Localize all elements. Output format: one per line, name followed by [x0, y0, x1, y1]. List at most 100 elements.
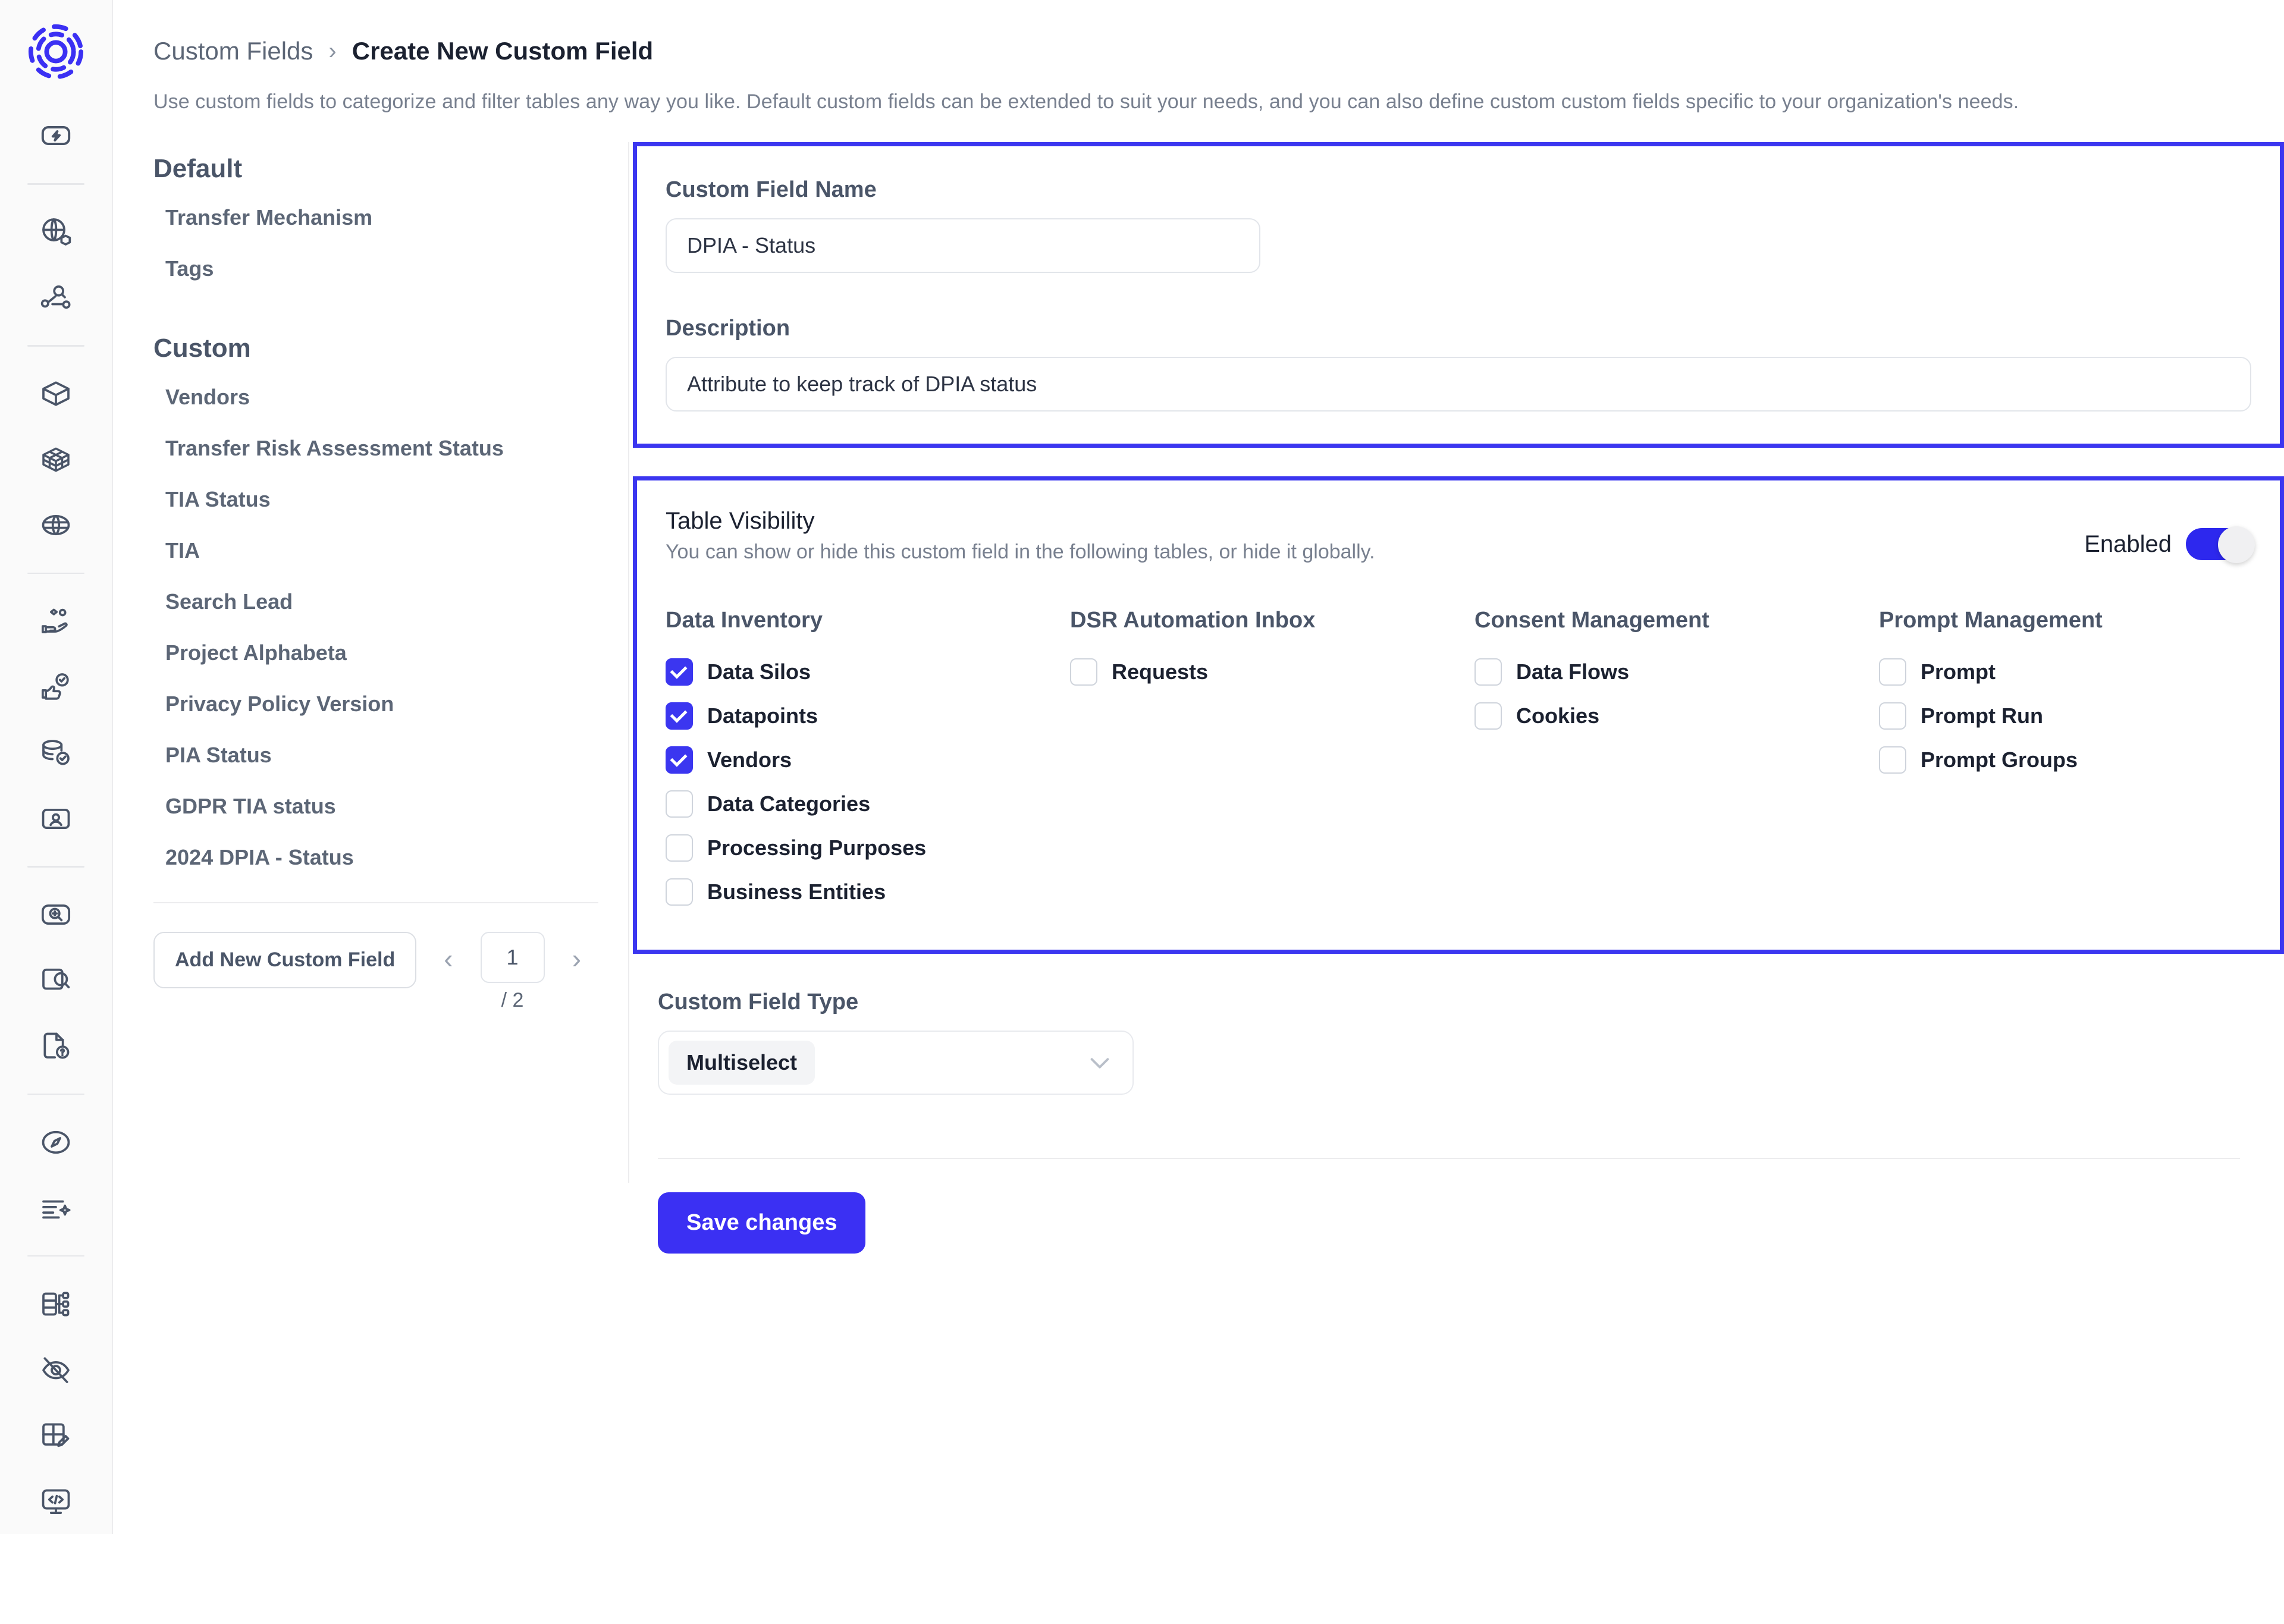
list-item[interactable]: TIA: [153, 525, 598, 576]
checkbox-label: Prompt: [1921, 659, 1996, 684]
lightning-badge-icon[interactable]: [28, 109, 84, 162]
globe-box-icon[interactable]: [28, 206, 84, 259]
thumbs-up-check-icon[interactable]: [28, 661, 84, 714]
page-description: Use custom fields to categorize and filt…: [153, 90, 2019, 113]
checkbox-row[interactable]: Cookies: [1474, 694, 1879, 738]
database-check-icon[interactable]: [28, 727, 84, 780]
list-item[interactable]: Transfer Mechanism: [153, 192, 598, 243]
list-item[interactable]: 2024 DPIA - Status: [153, 832, 598, 883]
list-item[interactable]: TIA Status: [153, 474, 598, 525]
column-title: DSR Automation Inbox: [1070, 608, 1316, 633]
checkbox-row[interactable]: Requests: [1070, 650, 1474, 694]
checkbox-row[interactable]: Business Entities: [666, 870, 1070, 914]
checkbox-label: Datapoints: [707, 703, 818, 728]
checkbox-row[interactable]: Vendors: [666, 738, 1070, 782]
list-item[interactable]: Privacy Policy Version: [153, 679, 598, 730]
prev-page-icon[interactable]: ‹: [434, 932, 462, 985]
checkbox-data-flows[interactable]: [1474, 658, 1502, 686]
checkbox-label: Vendors: [707, 747, 792, 772]
checkbox-row[interactable]: Datapoints: [666, 694, 1070, 738]
hand-coins-icon[interactable]: [28, 595, 84, 648]
pagination: 1 / 2: [480, 932, 545, 1012]
table-visibility-heading-group: Table Visibility You can show or hide th…: [666, 508, 1375, 564]
list-item[interactable]: Tags: [153, 243, 598, 294]
checkbox-cookies[interactable]: [1474, 702, 1502, 730]
rail-divider: [27, 183, 84, 185]
checkbox-label: Business Entities: [707, 879, 886, 904]
section-divider: [658, 1158, 2240, 1159]
checkbox-row[interactable]: Prompt Groups: [1879, 738, 2251, 782]
checkbox-processing-purposes[interactable]: [666, 834, 693, 862]
box-icon[interactable]: [28, 367, 84, 420]
table-visibility-title: Table Visibility: [666, 508, 815, 534]
list-item[interactable]: Transfer Risk Assessment Status: [153, 423, 598, 474]
list-item[interactable]: Search Lead: [153, 576, 598, 627]
list-item[interactable]: GDPR TIA status: [153, 781, 598, 832]
eye-off-icon[interactable]: [28, 1343, 84, 1396]
left-icon-rail: [0, 0, 113, 1534]
crate-grid-icon[interactable]: [28, 433, 84, 486]
concentric-rings-logo[interactable]: [20, 18, 92, 85]
window-search-icon[interactable]: [28, 954, 84, 1007]
rail-divider: [27, 344, 84, 347]
checkbox-vendors[interactable]: [666, 746, 693, 774]
rail-divider: [27, 572, 84, 574]
checkbox-business-entities[interactable]: [666, 878, 693, 906]
chevron-down-icon[interactable]: [1086, 1049, 1113, 1076]
checkbox-datapoints[interactable]: [666, 702, 693, 730]
checkbox-row[interactable]: Prompt: [1879, 650, 2251, 694]
table-visibility-subtitle: You can show or hide this custom field i…: [666, 541, 1375, 563]
data-lineage-search-icon[interactable]: [28, 271, 84, 324]
list-item[interactable]: Project Alphabeta: [153, 627, 598, 679]
custom-group-title: Custom: [153, 334, 251, 363]
breadcrumb: Custom Fields › Create New Custom Field: [113, 0, 2284, 65]
scan-zoom-icon[interactable]: [28, 888, 84, 941]
compass-icon[interactable]: [28, 1116, 84, 1168]
description-input[interactable]: Attribute to keep track of DPIA status: [666, 357, 2251, 412]
checkbox-row[interactable]: Data Silos: [666, 650, 1070, 694]
list-item[interactable]: PIA Status: [153, 730, 598, 781]
visibility-column-consent-management: Consent Management Data Flows Cookies: [1474, 608, 1879, 914]
checkbox-prompt[interactable]: [1879, 658, 1906, 686]
custom-field-type-select[interactable]: Multiselect: [658, 1031, 1134, 1095]
document-question-icon[interactable]: [28, 1020, 84, 1073]
add-new-custom-field-button[interactable]: Add New Custom Field: [153, 932, 417, 988]
next-page-icon[interactable]: ›: [563, 932, 591, 985]
list-item[interactable]: Vendors: [153, 372, 598, 423]
list-sparkle-icon[interactable]: [28, 1182, 84, 1235]
checkbox-label: Requests: [1112, 659, 1209, 684]
custom-field-name-label: Custom Field Name: [666, 177, 877, 202]
custom-field-name-input[interactable]: DPIA - Status: [666, 218, 1260, 273]
schema-tree-icon[interactable]: [28, 1277, 84, 1330]
checkbox-requests[interactable]: [1070, 658, 1097, 686]
visibility-column-data-inventory: Data Inventory Data Silos Datapoints Ven…: [666, 608, 1070, 914]
column-title: Prompt Management: [1879, 608, 2103, 633]
checkbox-label: Data Flows: [1516, 659, 1630, 684]
visibility-column-dsr-automation-inbox: DSR Automation Inbox Requests: [1070, 608, 1474, 914]
checkbox-row[interactable]: Prompt Run: [1879, 694, 2251, 738]
column-title: Consent Management: [1474, 608, 1709, 633]
globe-icon[interactable]: [28, 499, 84, 552]
custom-field-type-label: Custom Field Type: [658, 990, 859, 1014]
code-monitor-icon[interactable]: [28, 1475, 84, 1528]
layout-edit-icon[interactable]: [28, 1409, 84, 1462]
checkbox-prompt-groups[interactable]: [1879, 746, 1906, 774]
list-footer: Add New Custom Field ‹ 1 / 2 ›: [153, 902, 598, 1012]
breadcrumb-root-link[interactable]: Custom Fields: [153, 37, 313, 65]
enabled-toggle-switch[interactable]: [2186, 526, 2255, 563]
save-changes-button[interactable]: Save changes: [658, 1192, 866, 1254]
checkbox-label: Prompt Groups: [1921, 747, 2078, 772]
main-content: Custom Fields › Create New Custom Field …: [113, 0, 2284, 1624]
checkbox-data-silos[interactable]: [666, 658, 693, 686]
checkbox-data-categories[interactable]: [666, 790, 693, 818]
id-card-icon[interactable]: [28, 792, 84, 845]
checkbox-row[interactable]: Data Flows: [1474, 650, 1879, 694]
page-number-input[interactable]: 1: [480, 932, 545, 983]
checkbox-row[interactable]: Data Categories: [666, 782, 1070, 826]
enabled-toggle-group[interactable]: Enabled: [2084, 508, 2255, 563]
checkbox-label: Prompt Run: [1921, 703, 2043, 728]
custom-field-list-panel: Default Transfer Mechanism Tags Custom V…: [153, 142, 629, 1183]
checkbox-prompt-run[interactable]: [1879, 702, 1906, 730]
checkbox-row[interactable]: Processing Purposes: [666, 826, 1070, 870]
